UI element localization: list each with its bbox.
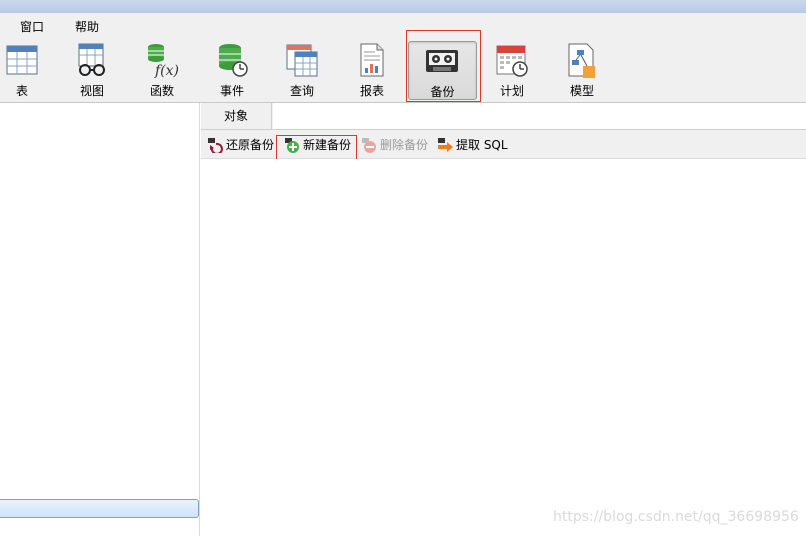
toolbar-backup-button[interactable]: 备份 (408, 41, 477, 100)
report-icon (360, 43, 384, 77)
add-icon (285, 137, 299, 153)
toolbar-event-button[interactable]: 事件 (199, 40, 265, 100)
new-backup-label: 新建备份 (303, 138, 352, 152)
toolbar-view-button[interactable]: 视图 (59, 40, 125, 100)
toolbar-schedule-label: 计划 (499, 84, 524, 98)
toolbar-table-label: 表 (15, 84, 28, 98)
extract-sql-button[interactable]: 提取 SQL (437, 136, 508, 154)
toolbar-backup-label: 备份 (430, 85, 455, 99)
window-title-strip (0, 0, 806, 13)
menu-bar: 窗口 帮助 (0, 13, 806, 39)
model-icon (568, 43, 595, 78)
backup-list-area[interactable] (201, 159, 806, 536)
navigation-selected-row[interactable] (0, 499, 199, 518)
toolbar-model-label: 模型 (569, 84, 594, 98)
toolbar-event-label: 事件 (219, 84, 244, 98)
delete-icon (362, 137, 376, 153)
extract-sql-label: 提取 SQL (456, 138, 508, 152)
event-icon (219, 44, 248, 77)
backup-action-bar: 还原备份 新建备份 删除备份 提取 SQL (201, 130, 806, 159)
toolbar-view-label: 视图 (79, 84, 104, 98)
new-backup-button[interactable]: 新建备份 (284, 136, 351, 154)
toolbar-query-button[interactable]: 查询 (269, 40, 335, 100)
menu-window[interactable]: 窗口 (20, 18, 44, 35)
toolbar-function-button[interactable]: f(x) 函数 (129, 40, 195, 100)
query-icon (286, 44, 318, 77)
toolbar-schedule-button[interactable]: 计划 (479, 40, 545, 100)
main-toolbar: 表 视图 f(x) 函数 事件 查询 报表 备份 计划 模型 (0, 39, 806, 103)
object-tab-bar: 对象 (201, 103, 806, 130)
restore-icon (208, 137, 223, 153)
toolbar-model-button[interactable]: 模型 (549, 40, 615, 100)
table-icon (6, 45, 38, 75)
backup-icon (426, 50, 458, 72)
delete-backup-button[interactable]: 删除备份 (361, 136, 428, 154)
schedule-icon (496, 45, 528, 77)
toolbar-report-button[interactable]: 报表 (339, 40, 405, 100)
toolbar-report-label: 报表 (359, 84, 384, 98)
navigation-pane (0, 103, 200, 536)
restore-backup-button[interactable]: 还原备份 (207, 136, 274, 154)
tab-bar-fill (273, 103, 806, 129)
menu-help[interactable]: 帮助 (75, 18, 99, 35)
tab-objects[interactable]: 对象 (201, 103, 272, 129)
delete-backup-label: 删除备份 (380, 138, 429, 152)
svg-text:f(x): f(x) (154, 63, 179, 78)
toolbar-query-label: 查询 (289, 84, 314, 98)
toolbar-table-button[interactable]: 表 (0, 40, 55, 100)
view-icon (78, 43, 105, 76)
toolbar-function-label: 函数 (149, 84, 174, 98)
restore-backup-label: 还原备份 (226, 138, 275, 152)
function-icon: f(x) (148, 44, 179, 78)
watermark: https://blog.csdn.net/qq_36698956 (553, 509, 799, 525)
extract-arrow-icon (438, 137, 453, 152)
